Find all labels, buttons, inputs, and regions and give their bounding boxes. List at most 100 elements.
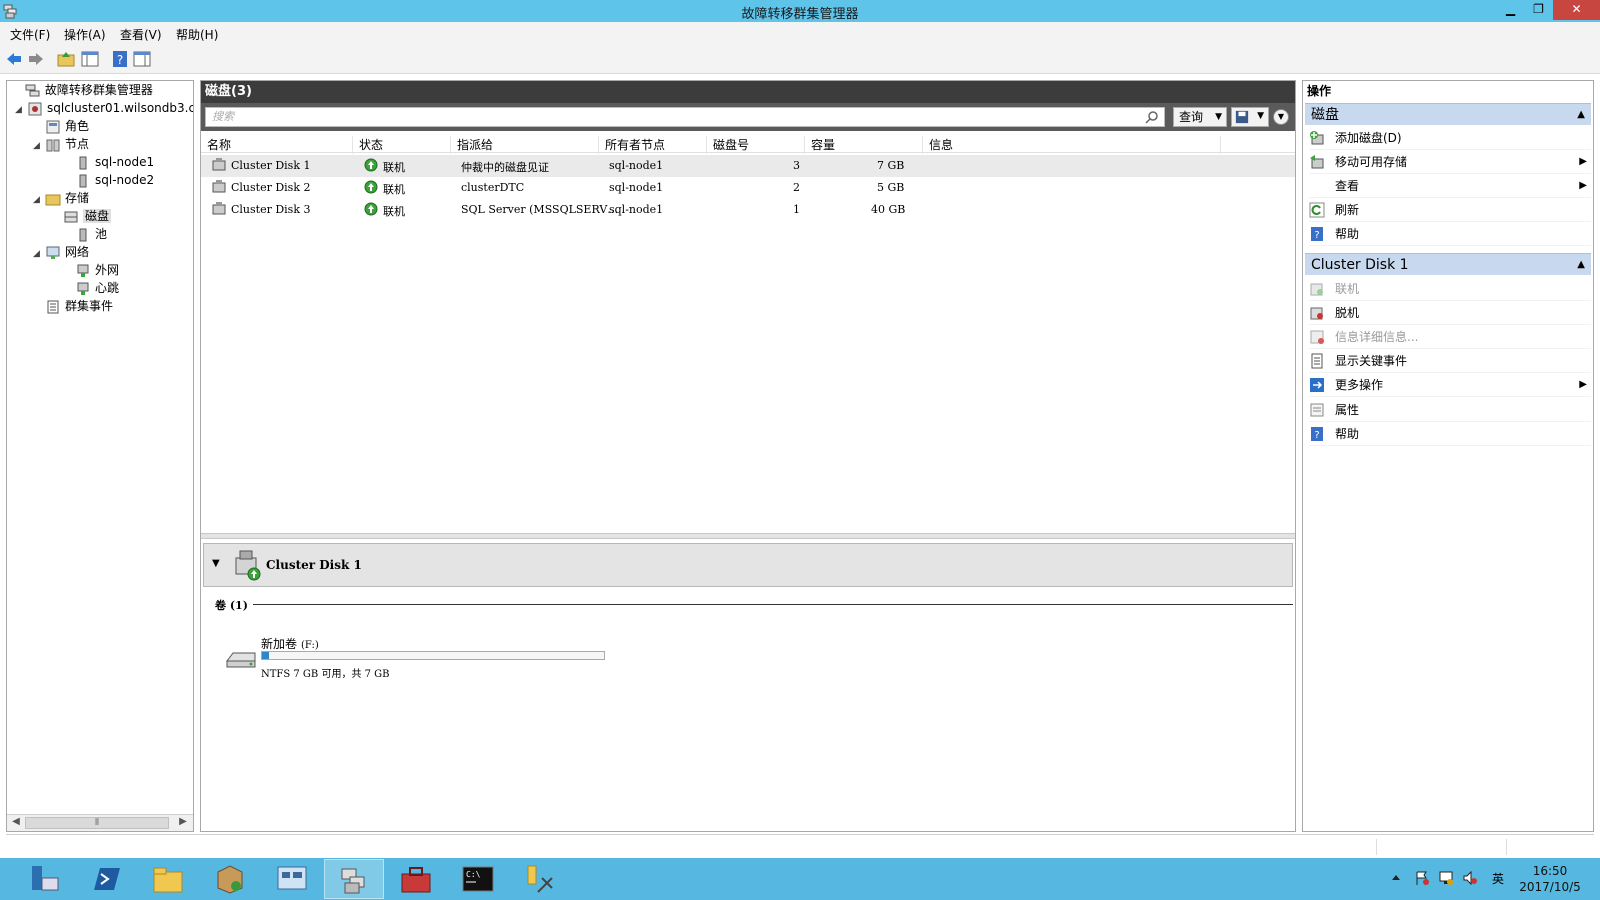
column-header-name[interactable]: 名称 — [207, 136, 353, 154]
online-status-icon — [364, 180, 378, 194]
collapse-chevron-icon[interactable]: ▼ — [212, 558, 220, 569]
tree-item-pools[interactable]: 池 — [63, 225, 107, 243]
taskbar-setup-tool[interactable] — [510, 859, 570, 899]
actions-section-cluster-disk[interactable]: Cluster Disk 1 ▲ — [1305, 253, 1591, 275]
tree-label: sqlcluster01.wilsondb3.com — [47, 101, 193, 115]
menu-help[interactable]: 帮助(H) — [176, 26, 218, 43]
tree-item-storage[interactable]: ◢ 存储 — [33, 189, 89, 207]
action-more-actions[interactable]: 更多操作 ▶ — [1309, 373, 1591, 397]
taskbar-package-app[interactable] — [200, 859, 260, 899]
expanded-triangle-icon[interactable]: ◢ — [33, 245, 45, 263]
maximize-button[interactable]: ❐ — [1525, 0, 1552, 20]
tree-item-cluster[interactable]: ◢ sqlcluster01.wilsondb3.com — [15, 99, 193, 119]
collapse-up-icon[interactable]: ▲ — [1577, 254, 1585, 276]
action-move-available-storage[interactable]: 移动可用存储 ▶ — [1309, 150, 1591, 174]
tree-item-networks[interactable]: ◢ 网络 — [33, 243, 89, 261]
detail-header: ▼ Cluster Disk 1 — [203, 543, 1293, 587]
taskbar-powershell[interactable] — [76, 859, 136, 899]
network-status-icon[interactable] — [1438, 870, 1454, 886]
scrollbar-thumb[interactable]: ⦀ — [25, 817, 169, 829]
show-hide-tree-icon[interactable] — [80, 49, 100, 69]
expanded-triangle-icon[interactable]: ◢ — [33, 137, 45, 155]
column-header-assigned[interactable]: 指派给 — [457, 136, 599, 154]
save-query-button[interactable]: ▼ — [1231, 107, 1269, 127]
search-input[interactable]: 搜索 — [205, 107, 1165, 127]
scroll-left-icon[interactable]: ◀ — [8, 816, 24, 830]
collapse-up-icon[interactable]: ▲ — [1577, 104, 1585, 126]
back-arrow-icon[interactable] — [4, 49, 24, 69]
action-help-disk[interactable]: ? 帮助 — [1309, 422, 1591, 446]
expand-chevron-icon[interactable]: ▼ — [1273, 109, 1289, 125]
tree-label: 群集事件 — [65, 299, 114, 313]
column-header-info[interactable]: 信息 — [929, 136, 1221, 154]
show-hidden-icons-icon[interactable] — [1388, 870, 1404, 886]
cell-owner: sql-node1 — [609, 159, 664, 172]
column-header-disk-number[interactable]: 磁盘号 — [713, 136, 805, 154]
volume-name[interactable]: 新加卷 (F:) — [261, 635, 319, 652]
search-icon[interactable] — [1145, 110, 1159, 124]
expanded-triangle-icon[interactable]: ◢ — [33, 191, 45, 209]
close-button[interactable]: ✕ — [1553, 0, 1600, 20]
volume-letter: (F:) — [301, 640, 319, 651]
taskbar-failover-cluster-manager[interactable] — [324, 859, 384, 899]
table-row[interactable]: Cluster Disk 3 联机 SQL Server (MSSQLSERV…… — [201, 199, 1295, 221]
tree-item-node2[interactable]: sql-node2 — [63, 171, 154, 189]
dropdown-arrow-icon: ▼ — [1257, 111, 1264, 121]
action-properties[interactable]: 属性 — [1309, 398, 1591, 422]
action-bring-online[interactable]: 联机 — [1309, 277, 1591, 301]
table-row[interactable]: Cluster Disk 1 联机 仲裁中的磁盘见证 sql-node1 3 7… — [201, 155, 1295, 177]
taskbar-control-panel[interactable] — [262, 859, 322, 899]
pane-splitter[interactable] — [201, 533, 1295, 539]
roles-icon — [46, 120, 60, 133]
table-row[interactable]: Cluster Disk 2 联机 clusterDTC sql-node1 2… — [201, 177, 1295, 199]
action-info-details[interactable]: 信息详细信息... — [1309, 325, 1591, 349]
tree-item-disks[interactable]: 磁盘 — [51, 207, 112, 225]
help-icon[interactable]: ? — [110, 49, 130, 69]
cell-disk-number: 1 — [793, 203, 800, 216]
actions-section-disks[interactable]: 磁盘 ▲ — [1305, 103, 1591, 125]
menu-view[interactable]: 查看(V) — [120, 26, 162, 43]
taskbar-toolbox[interactable] — [386, 859, 446, 899]
tree-item-nodes[interactable]: ◢ 节点 — [33, 135, 89, 153]
ime-indicator[interactable]: 英 — [1490, 870, 1506, 886]
speaker-muted-icon[interactable] — [1462, 870, 1478, 886]
volumes-heading: 卷 (1) — [215, 599, 248, 612]
column-header-owner[interactable]: 所有者节点 — [605, 136, 707, 154]
action-label: 添加磁盘(D) — [1335, 131, 1402, 145]
taskbar-file-explorer[interactable] — [138, 859, 198, 899]
taskbar-server-manager[interactable] — [14, 859, 74, 899]
action-take-offline[interactable]: 脱机 — [1309, 301, 1591, 325]
help-icon: ? — [1311, 427, 1323, 441]
submenu-arrow-icon: ▶ — [1579, 156, 1587, 167]
cell-status: 联机 — [383, 205, 405, 218]
taskbar-clock[interactable]: 16:50 2017/10/5 — [1510, 863, 1590, 895]
column-header-status[interactable]: 状态 — [359, 136, 451, 154]
action-refresh[interactable]: 刷新 — [1309, 198, 1591, 222]
tree-item-net-external[interactable]: 外网 — [63, 261, 119, 279]
storage-folder-icon — [45, 194, 61, 205]
query-button[interactable]: 查询 ▼ — [1173, 107, 1227, 127]
tree-item-roles[interactable]: 角色 — [33, 117, 89, 135]
up-folder-icon[interactable] — [56, 49, 76, 69]
action-show-critical-events[interactable]: 显示关键事件 — [1309, 349, 1591, 373]
action-help[interactable]: ? 帮助 — [1309, 222, 1591, 246]
forward-arrow-icon[interactable] — [26, 49, 46, 69]
tree-root[interactable]: 故障转移群集管理器 — [9, 81, 153, 99]
menu-action[interactable]: 操作(A) — [64, 26, 106, 43]
action-add-disk[interactable]: 添加磁盘(D) — [1309, 126, 1591, 150]
column-header-capacity[interactable]: 容量 — [811, 136, 923, 154]
action-view[interactable]: 查看 ▶ — [1309, 174, 1591, 198]
expanded-triangle-icon[interactable]: ◢ — [15, 101, 27, 119]
scroll-right-icon[interactable]: ▶ — [175, 816, 191, 830]
tree-horizontal-scrollbar[interactable]: ◀ ⦀ ▶ — [7, 814, 193, 831]
offline-disk-icon — [1310, 307, 1323, 320]
action-center-flag-icon[interactable] — [1414, 870, 1430, 886]
menu-file[interactable]: 文件(F) — [10, 26, 50, 43]
action-label: 更多操作 — [1335, 378, 1384, 392]
tree-item-net-heartbeat[interactable]: 心跳 — [63, 279, 119, 297]
tree-item-node1[interactable]: sql-node1 — [63, 153, 154, 171]
show-hide-action-pane-icon[interactable] — [132, 49, 152, 69]
tree-item-cluster-events[interactable]: 群集事件 — [33, 297, 113, 315]
taskbar-command-prompt[interactable]: C:\ — [448, 859, 508, 899]
minimize-button[interactable]: ▁ — [1497, 0, 1524, 20]
